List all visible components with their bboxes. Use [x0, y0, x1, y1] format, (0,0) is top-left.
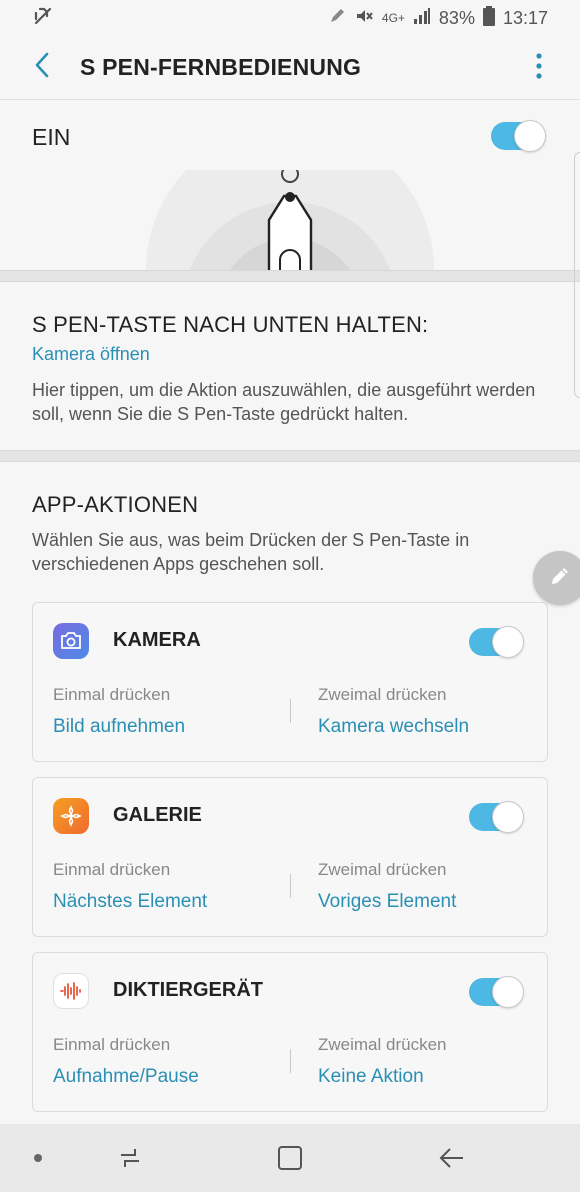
navigation-bar [0, 1124, 580, 1192]
recents-icon[interactable] [108, 1124, 152, 1192]
app-card-name: DIKTIERGERÄT [113, 979, 263, 1001]
battery-percent: 83% [438, 7, 475, 28]
signal-icon [413, 7, 431, 30]
app-bar: S PEN-FERNBEDIENUNG [0, 36, 580, 100]
pencil-icon [549, 565, 571, 592]
app-actions-title: APP-AKTIONEN [32, 492, 199, 517]
status-bar: 4G+ 83% 13:17 [0, 0, 580, 36]
app-card-galerie: GALERIE Einmal drücken Nächstes Element … [32, 777, 548, 937]
press-once-action[interactable]: Nächstes Element [53, 891, 207, 913]
press-once-label: Einmal drücken [53, 1035, 171, 1054]
column-separator [290, 699, 291, 723]
toggle-knob [492, 626, 524, 658]
hold-action-section[interactable]: S PEN-TASTE NACH UNTEN HALTEN: Kamera öf… [0, 282, 580, 450]
column-separator [290, 874, 291, 898]
battery-icon [482, 5, 495, 31]
home-icon[interactable] [268, 1124, 312, 1192]
master-switch-section: EIN [0, 102, 580, 418]
app-card-diktiergeraet: DIKTIERGERÄT Einmal drücken Aufnahme/Pau… [32, 952, 548, 1112]
app-card-kamera: KAMERA Einmal drücken Bild aufnehmen Zwe… [32, 602, 548, 762]
section-divider [0, 450, 580, 462]
press-twice-label: Zweimal drücken [318, 860, 447, 879]
app-card-toggle[interactable] [469, 626, 524, 658]
app-card-name: KAMERA [113, 629, 201, 651]
press-twice-action[interactable]: Voriges Element [318, 891, 456, 913]
back-icon[interactable] [430, 1124, 474, 1192]
app-card-toggle[interactable] [469, 976, 524, 1008]
back-arrow-icon [34, 52, 50, 83]
app-card-name: GALERIE [113, 804, 202, 826]
press-twice-action[interactable]: Keine Aktion [318, 1066, 424, 1088]
press-once-action[interactable]: Bild aufnehmen [53, 716, 185, 738]
toggle-knob [492, 976, 524, 1008]
gallery-app-icon [53, 798, 89, 834]
mute-icon [354, 6, 374, 31]
toggle-knob [492, 801, 524, 833]
press-twice-label: Zweimal drücken [318, 1035, 447, 1054]
press-once-action[interactable]: Aufnahme/Pause [53, 1066, 199, 1088]
column-separator [290, 1049, 291, 1073]
toggle-knob [514, 120, 546, 152]
pen-icon [328, 7, 346, 30]
air-command-button[interactable] [533, 551, 580, 605]
press-twice-action[interactable]: Kamera wechseln [318, 716, 469, 738]
master-switch-label: EIN [32, 124, 71, 150]
page-title: S PEN-FERNBEDIENUNG [80, 54, 362, 80]
voice-recorder-app-icon [53, 973, 89, 1009]
press-once-label: Einmal drücken [53, 685, 171, 704]
edge-panel-handle[interactable] [574, 152, 580, 398]
back-button[interactable] [22, 48, 62, 88]
hold-action-description: Hier tippen, um die Aktion auszuwählen, … [32, 380, 536, 424]
press-twice-label: Zweimal drücken [318, 685, 447, 704]
more-vert-icon [536, 52, 542, 84]
s-pen-illustration [146, 126, 434, 418]
master-switch-toggle[interactable] [491, 120, 546, 152]
app-actions-section: APP-AKTIONEN Wählen Sie aus, was beim Dr… [0, 462, 580, 1124]
camera-app-icon [53, 623, 89, 659]
more-options-button[interactable] [524, 50, 554, 86]
hold-action-title: S PEN-TASTE NACH UNTEN HALTEN: [32, 312, 429, 337]
app-card-toggle[interactable] [469, 801, 524, 833]
no-sim-icon [32, 5, 54, 32]
press-once-label: Einmal drücken [53, 860, 171, 879]
section-divider [0, 270, 580, 282]
app-actions-description: Wählen Sie aus, was beim Drücken der S P… [32, 530, 470, 574]
network-label: 4G+ [381, 11, 405, 25]
dot-icon[interactable] [26, 1124, 50, 1192]
hold-action-value[interactable]: Kamera öffnen [32, 344, 150, 365]
clock: 13:17 [502, 7, 548, 28]
